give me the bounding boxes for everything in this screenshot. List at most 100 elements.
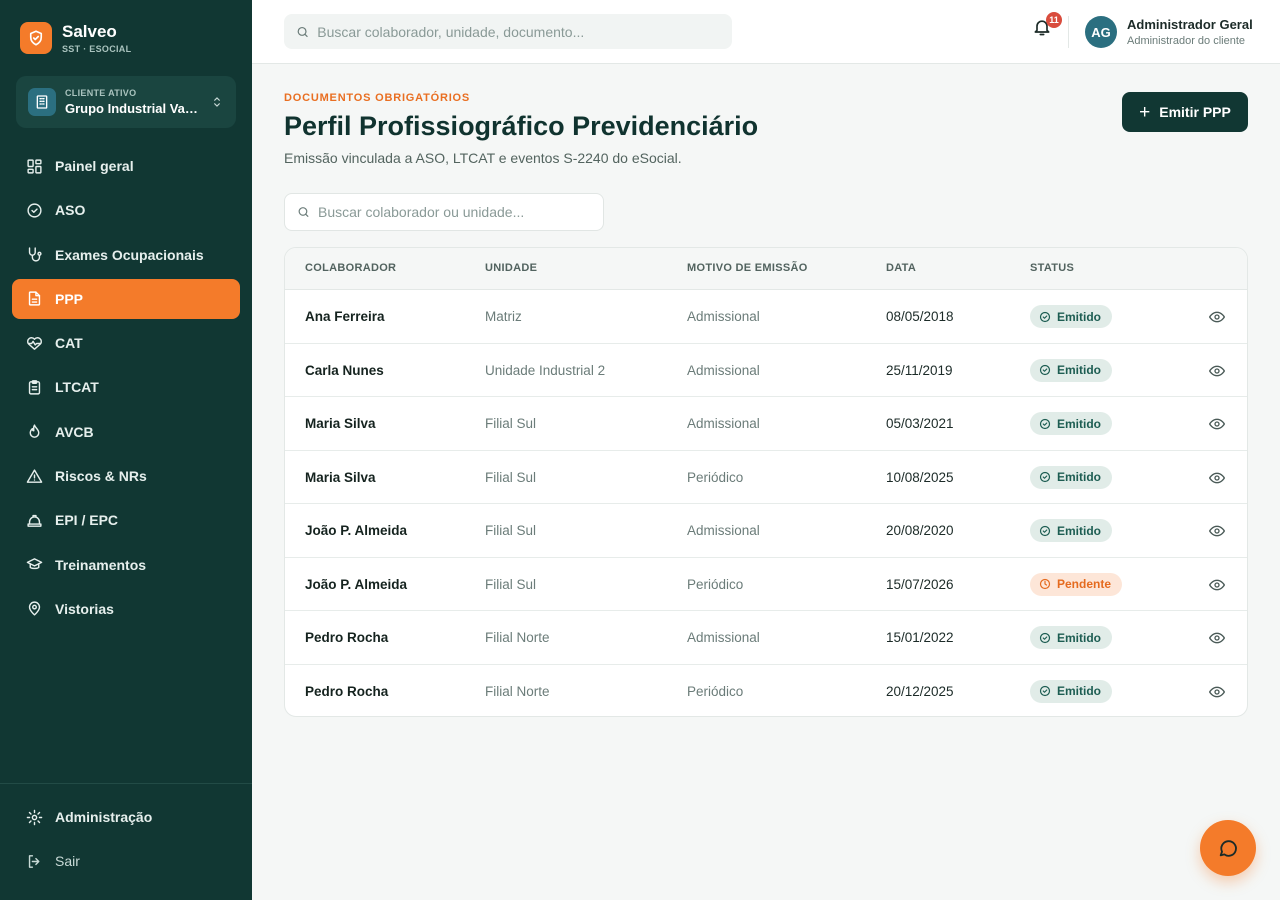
column-header-data[interactable]: DATA — [886, 262, 916, 274]
status-badge: Emitido — [1030, 519, 1112, 542]
sidebar-item-vistorias[interactable]: Vistorias — [12, 589, 240, 629]
view-eye-icon[interactable] — [1209, 417, 1225, 431]
view-eye-icon[interactable] — [1209, 364, 1225, 378]
status-label: Emitido — [1057, 470, 1101, 484]
table-row[interactable]: Maria Silva Filial Sul Admissional 05/03/20… — [285, 397, 1247, 451]
sidebar-item-administracao[interactable]: Administração — [12, 797, 240, 837]
sidebar-item-epi-epc[interactable]: EPI / EPC — [12, 500, 240, 540]
status-badge: Emitido — [1030, 626, 1112, 649]
sidebar-bottom: Administração Sair — [0, 783, 252, 885]
column-header-status[interactable]: STATUS — [1030, 262, 1074, 274]
cell-motivo: Admissional — [687, 523, 760, 538]
cell-unidade: Filial Norte — [485, 630, 550, 645]
view-eye-icon[interactable] — [1209, 578, 1225, 592]
status-label: Emitido — [1057, 416, 1101, 431]
sidebar-item-riscos-nrs[interactable]: Riscos & NRs — [12, 456, 240, 496]
table-row[interactable]: João P. Almeida Filial Sul Admissional 20/0… — [285, 504, 1247, 558]
warning-icon — [26, 468, 43, 483]
sidebar-item-label: Painel geral — [55, 158, 134, 174]
sidebar-item-ppp[interactable]: PPP — [12, 278, 240, 319]
cell-colaborador: Pedro Rocha — [305, 630, 389, 645]
sidebar-item-treinamentos[interactable]: Treinamentos — [12, 545, 240, 585]
view-eye-icon[interactable] — [1209, 631, 1225, 645]
global-search[interactable] — [284, 14, 732, 49]
table-search[interactable] — [284, 193, 604, 231]
view-eye-icon[interactable] — [1209, 685, 1225, 699]
sidebar-item-avcb[interactable]: AVCB — [12, 412, 240, 452]
search-icon — [297, 26, 308, 37]
client-selector[interactable]: CLIENTE ATIVO Grupo Industrial Val... — [16, 76, 236, 128]
stethoscope-icon — [28, 247, 42, 262]
page-subtitle: Emissão vinculada a ASO, LTCAT e eventos… — [284, 150, 682, 166]
cell-motivo: Periódico — [687, 576, 744, 592]
table-row[interactable]: Pedro Rocha Filial Norte Admissional 15/01/… — [285, 611, 1247, 665]
clock-icon — [1039, 578, 1051, 590]
check-circle-icon — [1039, 364, 1051, 376]
column-header-motivo[interactable]: MOTIVO DE EMISSÃO — [687, 262, 808, 274]
notifications-button[interactable]: 11 — [1032, 12, 1062, 41]
check-circle-icon — [1039, 471, 1051, 483]
global-search-input[interactable] — [317, 23, 720, 40]
heart-pulse-icon — [27, 336, 42, 350]
sidebar-item-ltcat[interactable]: LTCAT — [12, 367, 240, 407]
shield-logo-icon — [20, 22, 52, 54]
sidebar-item-exames-ocupacionais[interactable]: Exames Ocupacionais — [12, 235, 240, 275]
cell-colaborador: João P. Almeida — [305, 576, 408, 592]
sidebar-item-sair[interactable]: Sair — [12, 841, 240, 881]
cell-unidade: Matriz — [485, 309, 522, 324]
cell-motivo: Admissional — [687, 416, 760, 431]
page-eyebrow: DOCUMENTOS OBRIGATÓRIOS — [284, 92, 471, 104]
avatar[interactable]: AG — [1085, 16, 1117, 48]
cell-colaborador: Ana Ferreira — [305, 309, 385, 324]
user-role: Administrador do cliente — [1127, 35, 1246, 47]
table-row[interactable]: João P. Almeida Filial Sul Periódico 15/07/… — [285, 558, 1247, 611]
status-badge: Emitido — [1030, 412, 1112, 435]
view-eye-icon[interactable] — [1209, 310, 1225, 324]
cell-motivo: Admissional — [687, 630, 760, 645]
client-label: CLIENTE ATIVO — [65, 88, 137, 98]
sidebar-item-cat[interactable]: CAT — [12, 323, 240, 363]
emit-ppp-button[interactable]: + Emitir PPP — [1122, 92, 1248, 132]
cell-data: 20/08/2020 — [886, 523, 954, 538]
status-badge: Pendente — [1030, 572, 1123, 596]
status-label: Pendente — [1057, 577, 1112, 591]
view-eye-icon[interactable] — [1209, 524, 1225, 538]
check-circle-icon — [1039, 525, 1051, 536]
table-row[interactable]: Pedro Rocha Filial Norte Periódico 20/12/20… — [285, 665, 1247, 717]
column-header-colaborador[interactable]: COLABORADOR — [305, 262, 396, 274]
cell-colaborador: Carla Nunes — [305, 362, 384, 378]
cell-unidade: Unidade Industrial 2 — [485, 362, 606, 378]
sidebar: Salveo SST · ESOCIAL CLIENTE ATIVO Grupo… — [0, 0, 252, 900]
dashboard-icon — [27, 158, 42, 174]
topbar: 11 AG Administrador Geral Administrador … — [252, 0, 1280, 64]
sidebar-item-label: Riscos & NRs — [55, 468, 147, 485]
status-label: Emitido — [1057, 363, 1101, 377]
user-menu[interactable]: Administrador Geral Administrador do cli… — [1127, 17, 1253, 47]
cell-motivo: Periódico — [687, 469, 744, 485]
cell-data: 08/05/2018 — [886, 309, 954, 324]
brand[interactable]: Salveo SST · ESOCIAL — [20, 22, 131, 54]
sidebar-item-label: Sair — [55, 853, 80, 869]
view-eye-icon[interactable] — [1209, 471, 1225, 485]
cell-unidade: Filial Norte — [485, 683, 550, 699]
sidebar-item-painel-geral[interactable]: Painel geral — [12, 146, 240, 186]
sidebar-item-label: Exames Ocupacionais — [55, 246, 204, 263]
sidebar-item-aso[interactable]: ASO — [12, 190, 240, 230]
map-pin-icon — [28, 601, 41, 617]
document-icon — [28, 291, 41, 306]
building-icon — [28, 88, 56, 116]
status-label: Emitido — [1057, 523, 1101, 538]
table-row[interactable]: Carla Nunes Unidade Industrial 2 Admission… — [285, 344, 1247, 397]
chat-button[interactable] — [1200, 820, 1256, 876]
sidebar-item-label: EPI / EPC — [55, 512, 119, 529]
check-circle-icon — [1039, 311, 1051, 322]
cell-unidade: Filial Sul — [485, 416, 537, 431]
table-row[interactable]: Maria Silva Filial Sul Periódico 10/08/2025… — [285, 451, 1247, 504]
client-name: Grupo Industrial Val... — [65, 101, 199, 116]
table-row[interactable]: Ana Ferreira Matriz Admissional 08/05/2018 E… — [285, 290, 1247, 344]
table-search-input[interactable] — [318, 204, 591, 220]
status-badge: Emitido — [1030, 679, 1112, 703]
sidebar-nav: Painel geral ASO Exames Ocupacionais PPP… — [12, 146, 240, 633]
column-header-unidade[interactable]: UNIDADE — [485, 262, 537, 274]
cell-motivo: Admissional — [687, 362, 760, 378]
